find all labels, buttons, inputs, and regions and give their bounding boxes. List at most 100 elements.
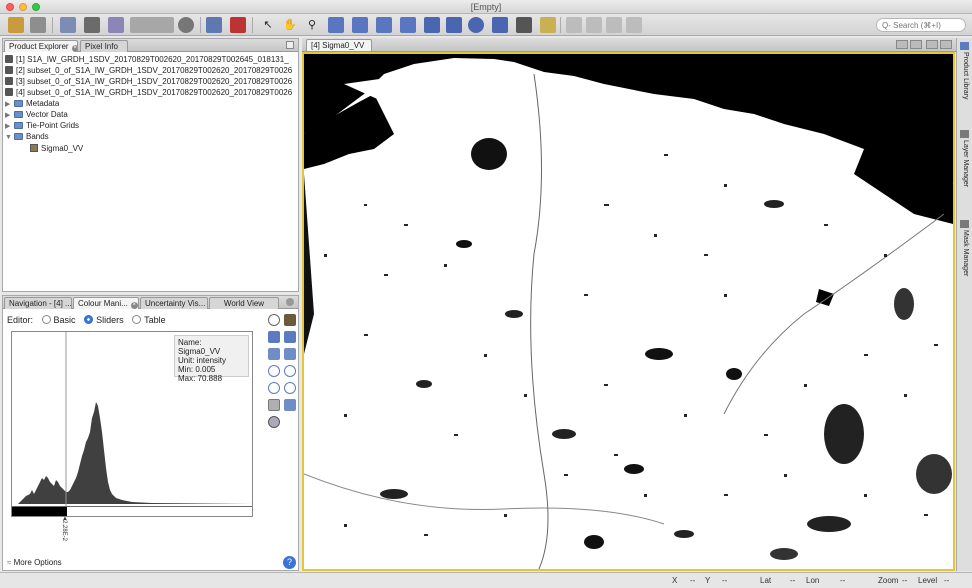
expand-caret-icon[interactable]: ▶ bbox=[5, 99, 14, 109]
band-icon bbox=[30, 144, 38, 152]
grid-icon[interactable] bbox=[108, 17, 124, 33]
status-y-label: Y bbox=[705, 576, 711, 585]
tree-product-3[interactable]: [3] subset_0_of_S1A_IW_GRDH_1SDV_2017082… bbox=[5, 76, 299, 87]
tree-product-4[interactable]: [4] subset_0_of_S1A_IW_GRDH_1SDV_2017082… bbox=[5, 87, 299, 98]
status-lat-label: Lat bbox=[760, 576, 772, 585]
tree-product-2[interactable]: [2] subset_0_of_S1A_IW_GRDH_1SDV_2017082… bbox=[5, 65, 299, 76]
polygon-tool-icon[interactable] bbox=[446, 17, 462, 33]
distribute-evenly-icon[interactable] bbox=[268, 348, 280, 360]
folder-icon bbox=[14, 122, 23, 129]
maximize-view-icon[interactable] bbox=[940, 40, 952, 49]
tree-product-1[interactable]: [1] S1A_IW_GRDH_1SDV_20170829T002620_201… bbox=[5, 54, 299, 65]
product-explorer-tabs: Product Explorer × Pixel Info bbox=[3, 39, 298, 52]
close-tab-icon[interactable]: × bbox=[130, 302, 138, 309]
log-scale-toggle-icon[interactable] bbox=[268, 399, 280, 411]
ellipse-tool-icon[interactable] bbox=[468, 17, 484, 33]
tab-pixel-info[interactable]: Pixel Info bbox=[80, 40, 128, 52]
save-product-icon[interactable] bbox=[30, 17, 46, 33]
title-bar: [Empty] bbox=[0, 0, 972, 14]
tile-evenly-icon[interactable] bbox=[566, 17, 582, 33]
rectangle-tool-icon[interactable] bbox=[424, 17, 440, 33]
spectrum-icon[interactable] bbox=[516, 17, 532, 33]
tile-single-icon[interactable] bbox=[626, 17, 642, 33]
tab-product-library[interactable]: Product Library bbox=[958, 52, 972, 99]
tab-sigma0-vv-view[interactable]: [4] Sigma0_VV bbox=[306, 39, 372, 51]
collapse-caret-icon[interactable]: ▼ bbox=[5, 132, 14, 142]
window-title: [Empty] bbox=[470, 2, 502, 12]
magic-wand-icon[interactable] bbox=[540, 17, 556, 33]
minimize-window-button[interactable] bbox=[19, 3, 27, 11]
tree-node-metadata[interactable]: ▶ Metadata bbox=[5, 98, 59, 109]
polyline-tool-icon[interactable] bbox=[400, 17, 416, 33]
radio-basic[interactable] bbox=[41, 315, 51, 324]
maximize-panel-icon[interactable] bbox=[286, 41, 294, 49]
reset-icon[interactable] bbox=[268, 314, 280, 326]
tab-mask-manager[interactable]: Mask Manager bbox=[958, 230, 972, 276]
radio-sliders[interactable] bbox=[84, 315, 94, 324]
export-palette-icon[interactable] bbox=[284, 331, 296, 343]
tab-colour-manipulation[interactable]: Colour Mani... × bbox=[73, 297, 139, 309]
expand-icon: ≈ bbox=[7, 558, 14, 567]
tab-world-view[interactable]: World View bbox=[209, 297, 279, 309]
globe-icon[interactable] bbox=[178, 17, 194, 33]
tab-layer-manager[interactable]: Layer Manager bbox=[958, 140, 972, 187]
band-maths-icon[interactable] bbox=[60, 17, 76, 33]
right-tool-bar: Product Library Layer Manager Mask Manag… bbox=[956, 38, 972, 571]
tab-product-explorer[interactable]: Product Explorer × bbox=[4, 40, 78, 52]
maximize-window-button[interactable] bbox=[32, 3, 40, 11]
expand-caret-icon[interactable]: ▶ bbox=[5, 121, 14, 131]
radio-table[interactable] bbox=[132, 315, 142, 324]
scroll-right-icon[interactable] bbox=[910, 40, 922, 49]
status-zoom-value: -- bbox=[902, 576, 908, 585]
layer-icon[interactable] bbox=[84, 17, 100, 33]
histogram-chart[interactable]: Name: Sigma0_VV Unit: intensity Min: 0.0… bbox=[11, 331, 253, 517]
status-y-value: -- bbox=[722, 576, 728, 585]
search-input[interactable] bbox=[876, 18, 966, 32]
panel-menu-icon[interactable] bbox=[286, 298, 294, 306]
tab-uncertainty-visualisation[interactable]: Uncertainty Vis... bbox=[140, 297, 208, 309]
scroll-left-icon[interactable] bbox=[896, 40, 908, 49]
status-zoom-label: Zoom bbox=[878, 576, 899, 585]
close-tab-icon[interactable]: × bbox=[71, 45, 77, 52]
range-95-icon[interactable] bbox=[284, 348, 296, 360]
import-palette-icon[interactable] bbox=[284, 314, 296, 326]
disabled-tool-button[interactable] bbox=[130, 17, 174, 33]
folder-icon bbox=[14, 133, 23, 140]
tab-navigation[interactable]: Navigation - [4] ... bbox=[4, 297, 72, 309]
image-view-tabs: [4] Sigma0_VV bbox=[302, 38, 956, 52]
product-icon bbox=[5, 66, 13, 74]
pin-tool-icon[interactable] bbox=[328, 17, 344, 33]
sar-image-view[interactable] bbox=[302, 52, 955, 571]
tree-node-tie-point-grids[interactable]: ▶ Tie-Point Grids bbox=[5, 120, 79, 131]
tile-vertically-icon[interactable] bbox=[606, 17, 622, 33]
help-icon[interactable]: ? bbox=[283, 556, 296, 569]
pan-tool-icon[interactable]: ✋ bbox=[282, 17, 298, 33]
close-window-button[interactable] bbox=[6, 3, 14, 11]
range-finder-icon[interactable] bbox=[492, 17, 508, 33]
show-information-icon[interactable] bbox=[284, 399, 296, 411]
status-level-value: -- bbox=[944, 576, 950, 585]
gcp-tool-icon[interactable] bbox=[352, 17, 368, 33]
tile-horizontally-icon[interactable] bbox=[586, 17, 602, 33]
zoom-out-vertical-icon[interactable] bbox=[284, 382, 296, 394]
tree-node-vector-data[interactable]: ▶ Vector Data bbox=[5, 109, 68, 120]
tree-node-bands[interactable]: ▼ Bands bbox=[5, 131, 49, 142]
batch-processing-icon[interactable] bbox=[230, 17, 246, 33]
slider-value-label[interactable]: 2.28E-2 bbox=[61, 520, 67, 541]
tree-band-sigma0-vv[interactable]: Sigma0_VV bbox=[30, 143, 83, 154]
select-tool-icon[interactable]: ↖ bbox=[260, 17, 276, 33]
more-options-toggle[interactable]: ≈ More Options bbox=[7, 558, 62, 567]
window-list-icon[interactable] bbox=[926, 40, 938, 49]
more-options-icon[interactable] bbox=[268, 416, 280, 428]
zoom-tool-icon[interactable]: ⚲ bbox=[304, 17, 320, 33]
status-bar: X -- Y -- Lat -- Lon -- Zoom -- Level -- bbox=[0, 572, 972, 588]
apply-to-other-bands-icon[interactable] bbox=[268, 331, 280, 343]
graph-builder-icon[interactable] bbox=[206, 17, 222, 33]
layer-manager-icon bbox=[960, 130, 969, 138]
line-tool-icon[interactable] bbox=[376, 17, 392, 33]
zoom-in-horizontal-icon[interactable] bbox=[268, 365, 280, 377]
zoom-in-vertical-icon[interactable] bbox=[268, 382, 280, 394]
open-product-icon[interactable] bbox=[8, 17, 24, 33]
zoom-out-horizontal-icon[interactable] bbox=[284, 365, 296, 377]
expand-caret-icon[interactable]: ▶ bbox=[5, 110, 14, 120]
